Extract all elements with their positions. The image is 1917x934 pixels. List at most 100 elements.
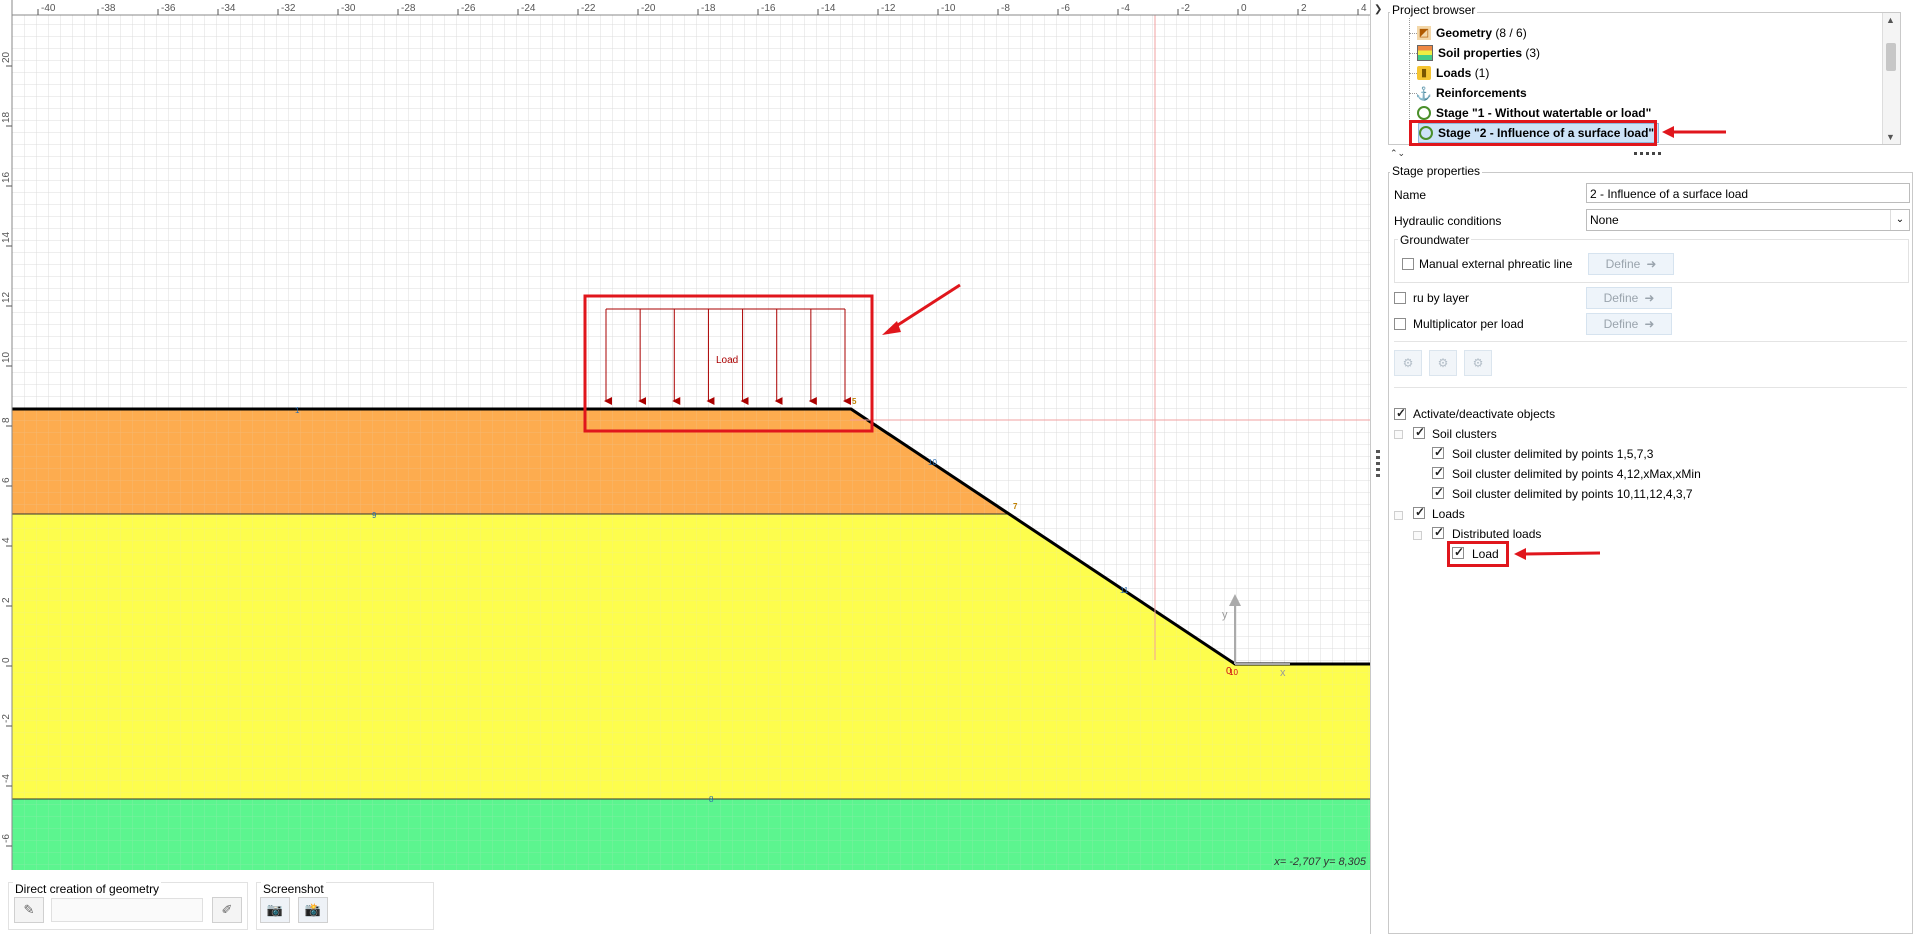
screenshot-title: Screenshot [261,882,326,896]
origin-label: 0 [1226,666,1232,677]
tree-scrollbar[interactable]: ▲ ▼ [1882,13,1900,144]
horizontal-splitter[interactable]: ⌃⌄ [1388,148,1899,162]
tool-button-2[interactable]: ⚙ [1429,350,1457,376]
y-tick-label: 16 [1,171,12,183]
define-label: Define [1603,291,1639,305]
distributed-loads-expander[interactable] [1413,531,1422,540]
x-tick-label: -14 [821,3,836,14]
loads-icon: ▮ [1417,66,1431,80]
apply-geometry-button[interactable]: ✐ [212,897,242,923]
point-label: 7 [1013,502,1018,511]
multiplicator-checkbox[interactable] [1394,318,1406,330]
manual-phreatic-checkbox[interactable] [1402,258,1414,270]
y-tick-label: 4 [1,537,12,543]
tool-button-3[interactable]: ⚙ [1464,350,1492,376]
splitter-grip-icon[interactable] [1634,152,1662,155]
tree-item-geometry[interactable]: ◩ Geometry (8 / 6) [1417,24,1527,42]
soil-properties-icon [1417,45,1433,61]
scroll-down-icon[interactable]: ▼ [1886,132,1895,142]
loads-expander[interactable] [1394,511,1403,520]
manual-phreatic-label: Manual external phreatic line [1419,257,1573,271]
cluster-1-label: Soil cluster delimited by points 1,5,7,3 [1452,447,1654,461]
tree-item-soil-properties[interactable]: Soil properties (3) [1417,44,1540,62]
x-tick-label: -24 [521,3,536,14]
camera-icon: 📷 [266,902,284,917]
distributed-loads-checkbox[interactable] [1432,525,1444,539]
ru-by-layer-checkbox[interactable] [1394,292,1406,304]
y-tick-label: 8 [1,417,12,423]
tree-item-loads[interactable]: ▮ Loads (1) [1417,64,1489,82]
axis-y-label: y [1222,609,1228,621]
geometry-canvas[interactable]: -40 -38 -36 -34 -32 -30 -28 -26 -24 -22 -20 -18 -16-… [0,0,1370,870]
canvas-drawing[interactable]: -40 -38 -36 -34 -32 -30 -28 -26 -24 -22 -20 -18 -16-… [0,0,1370,870]
pencil-icon: ✐ [221,902,233,917]
distributed-loads-label: Distributed loads [1452,527,1542,541]
tree-item-count: (1) [1474,66,1490,80]
define-multiplicator-button[interactable]: Define ➜ [1586,313,1672,335]
camera-window-icon: 📸 [304,902,322,917]
define-phreatic-button[interactable]: Define ➜ [1588,253,1674,275]
cluster-2-label: Soil cluster delimited by points 4,12,xM… [1452,467,1701,481]
activate-objects-label: Activate/deactivate objects [1413,407,1556,421]
loads-label: Loads [1432,507,1465,521]
gear-icon: ⚙ [1402,356,1414,370]
tree-item-count: (3) [1525,46,1541,60]
cluster-2-checkbox[interactable] [1432,465,1444,479]
multiplicator-label: Multiplicator per load [1413,317,1524,331]
y-tick-label: 12 [1,291,12,303]
geometry-input[interactable] [51,898,203,922]
x-tick-label: 2 [1301,3,1307,14]
x-tick-label: -22 [581,3,596,14]
activate-objects-checkbox[interactable] [1394,406,1406,420]
vertical-splitter[interactable]: ❯ [1370,0,1387,934]
load-item-annotation-arrow [1514,548,1601,560]
soil-clusters-checkbox[interactable] [1413,425,1425,439]
name-input[interactable]: 2 - Influence of a surface load [1586,183,1910,203]
soil-clusters-expander[interactable] [1394,430,1403,439]
screenshot-window-button[interactable]: 📸 [298,897,328,923]
gear-icon: ⚙ [1472,356,1484,370]
x-tick-label: -4 [1121,3,1130,14]
splitter-grip-icon[interactable] [1376,450,1380,480]
tree-item-label: Reinforcements [1436,86,1527,100]
define-ru-button[interactable]: Define ➜ [1586,287,1672,309]
x-tick-label: -16 [761,3,776,14]
tree-item-label: Geometry [1436,26,1493,40]
ru-by-layer-label: ru by layer [1413,291,1470,305]
chevron-down-icon[interactable]: ⌄ [1890,210,1909,230]
y-tick-label: 6 [1,477,12,483]
eraser-button[interactable]: ✎ [14,897,44,923]
point-label: 8 [709,795,714,804]
define-label: Define [1605,257,1641,271]
tree-item-label: Loads [1436,66,1472,80]
y-tick-label: 20 [1,51,12,63]
x-tick-label: -32 [281,3,296,14]
axis-x-label: x [1280,667,1286,679]
x-tick-label: -38 [101,3,116,14]
project-browser-title: Project browser [1390,3,1478,17]
stage-annotation-arrow [1662,126,1726,138]
screenshot-button[interactable]: 📷 [260,897,290,923]
y-tick-label: 0 [1,657,12,663]
eraser-icon: ✎ [23,902,35,917]
tree-item-reinforcements[interactable]: ⚓ Reinforcements [1416,84,1527,102]
groundwater-title: Groundwater [1398,233,1472,247]
cluster-3-checkbox[interactable] [1432,485,1444,499]
x-tick-label: -30 [341,3,356,14]
collapse-icon[interactable]: ❯ [1374,4,1382,15]
x-tick-label: -6 [1061,3,1070,14]
gear-icon: ⚙ [1437,356,1449,370]
load-label[interactable]: Load [716,355,738,366]
cluster-1-checkbox[interactable] [1432,445,1444,459]
scroll-thumb[interactable] [1886,43,1896,71]
x-tick-label: -40 [41,3,56,14]
scroll-up-icon[interactable]: ▲ [1886,15,1895,25]
x-tick-label: -10 [941,3,956,14]
expand-collapse-icon[interactable]: ⌃⌄ [1390,148,1405,159]
geometry-icon: ◩ [1417,26,1431,40]
hydraulic-conditions-select[interactable]: None ⌄ [1586,209,1910,231]
tool-button-1[interactable]: ⚙ [1394,350,1422,376]
screenshot-group: Screenshot 📷 📸 [256,882,434,930]
point-label: 10 [928,458,937,467]
loads-checkbox[interactable] [1413,505,1425,519]
